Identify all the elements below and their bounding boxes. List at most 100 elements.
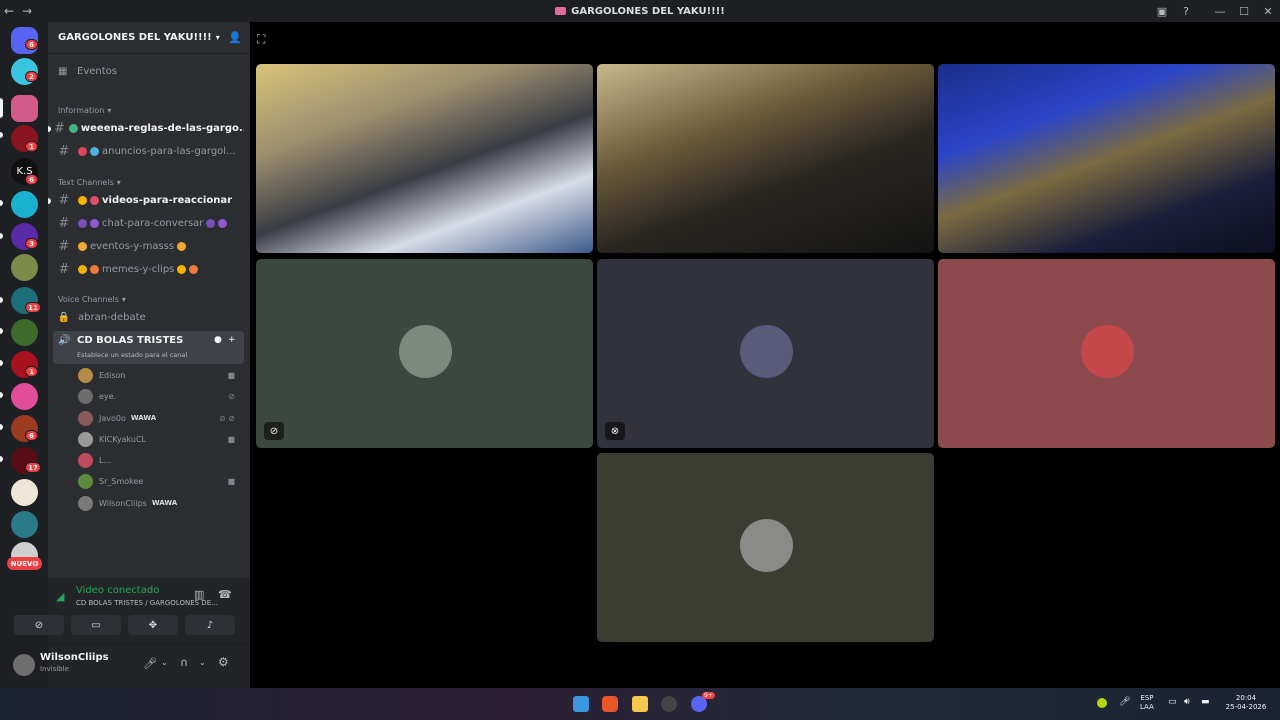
invite-icon[interactable]: +: [228, 335, 236, 345]
help-icon[interactable]: ?: [1174, 5, 1198, 18]
chevron-down-icon[interactable]: ⌄: [161, 658, 168, 667]
muted-mic-icon: ⊘: [228, 391, 235, 401]
channel-item[interactable]: # videos-para-reaccionar: [54, 193, 244, 208]
person-emoji-icon: [90, 219, 99, 228]
category-text-channels[interactable]: Text Channels ▾: [58, 178, 248, 187]
trophy-emoji-icon: [78, 242, 87, 251]
muted-mic-icon: ⊘ ⊘: [219, 413, 235, 423]
server-icon[interactable]: [11, 511, 38, 538]
category-information[interactable]: Information ▾: [58, 106, 248, 115]
noise-suppression-icon[interactable]: ▥: [194, 588, 204, 601]
deafened-icon: ⊗: [605, 422, 625, 440]
soundboard-button[interactable]: ♪: [185, 615, 235, 635]
clock[interactable]: 20:04 25-04-2026: [1224, 694, 1268, 712]
file-explorer-icon[interactable]: [632, 696, 648, 712]
voice-member[interactable]: Edison ■: [78, 365, 243, 385]
volume-icon[interactable]: 🔊︎: [1184, 698, 1190, 707]
unread-pill: [0, 328, 3, 334]
avatar: [78, 431, 93, 447]
app-icon[interactable]: [661, 696, 677, 712]
channel-item[interactable]: # anuncios-para-las-gargol...: [54, 144, 244, 159]
disconnect-icon[interactable]: ☎: [218, 588, 232, 601]
voice-member[interactable]: Javo0o WAWA ⊘ ⊘: [78, 408, 243, 428]
server-icon[interactable]: [11, 383, 38, 410]
channel-item[interactable]: # eventos-y-masss: [54, 239, 244, 254]
chevron-down-icon[interactable]: ⌄: [199, 658, 206, 667]
video-off-button[interactable]: ⊘: [14, 615, 64, 635]
settings-gear-icon[interactable]: ⚙: [218, 655, 229, 669]
video-tile[interactable]: [597, 64, 934, 253]
microphone-icon[interactable]: 🎤︎: [1119, 698, 1130, 707]
battery-icon[interactable]: ▬: [1201, 698, 1210, 707]
video-tile[interactable]: [597, 453, 934, 642]
unread-badge: 11: [25, 302, 41, 313]
voice-channel-item[interactable]: 🔒 abran-debate: [54, 312, 244, 323]
channel-item[interactable]: # chat-para-conversar: [54, 216, 244, 231]
set-status-link[interactable]: Establece un estado para el canal: [77, 351, 187, 359]
events-item[interactable]: ▦ Eventos: [58, 66, 248, 77]
user-avatar[interactable]: [13, 654, 35, 676]
unread-pill: [0, 200, 3, 206]
server-icon[interactable]: [11, 95, 38, 122]
share-screen-button[interactable]: ▭: [71, 615, 121, 635]
minimize-button[interactable]: —: [1208, 5, 1232, 18]
video-tile[interactable]: [256, 64, 593, 253]
activities-icon: ✥: [148, 619, 158, 631]
tray-app-icon[interactable]: [1097, 698, 1107, 708]
category-voice-channels[interactable]: Voice Channels ▾: [58, 295, 248, 304]
close-button[interactable]: ✕: [1256, 5, 1280, 18]
globe-emoji-icon: [90, 147, 99, 156]
voice-member[interactable]: WilsonCliips WAWA: [78, 493, 243, 513]
channel-item[interactable]: # memes-y-clips: [54, 262, 244, 277]
video-tile[interactable]: ⊘: [256, 259, 593, 448]
hash-icon: #: [58, 193, 70, 208]
screen-share-icon: ▭: [91, 619, 101, 631]
notification-badge: 9+: [702, 692, 715, 699]
video-tile[interactable]: ⊗: [597, 259, 934, 448]
voice-member[interactable]: eye. ⊘: [78, 386, 243, 406]
inbox-icon[interactable]: ▣: [1150, 5, 1174, 18]
unread-indicator: [48, 198, 51, 204]
unread-badge: 17: [25, 462, 41, 473]
server-icon[interactable]: [11, 191, 38, 218]
back-arrow-icon[interactable]: ←: [0, 4, 18, 18]
server-icon[interactable]: [11, 254, 38, 281]
voice-member[interactable]: KICKyakuCL ■: [78, 429, 243, 449]
video-tile[interactable]: [938, 259, 1275, 448]
brave-browser-icon[interactable]: [602, 696, 618, 712]
invite-people-icon[interactable]: 👤: [228, 31, 242, 44]
laugh-emoji-icon: [189, 265, 199, 274]
network-icon[interactable]: ▭: [1168, 698, 1177, 707]
voice-member[interactable]: L...: [78, 450, 243, 470]
microphone-icon[interactable]: 🎤︎: [143, 657, 157, 670]
server-list: 6 2 1 K.S 6 3 11 1 6 17 NUEVO: [0, 22, 48, 688]
forward-arrow-icon[interactable]: →: [18, 4, 36, 18]
windows-start-icon[interactable]: [573, 696, 589, 712]
language-indicator[interactable]: ESP LAA: [1140, 694, 1154, 712]
voice-member[interactable]: Sr_Smokee ■: [78, 471, 243, 491]
hash-icon: #: [58, 239, 70, 254]
active-voice-channel[interactable]: 🔊 CD BOLAS TRISTES Establece un estado p…: [53, 331, 244, 364]
voice-lock-icon: 🔒: [57, 312, 71, 323]
avatar: [78, 495, 93, 511]
activities-button[interactable]: ✥: [128, 615, 178, 635]
headphones-icon[interactable]: ∩: [180, 656, 188, 669]
laugh-emoji-icon: [78, 196, 87, 205]
video-tile[interactable]: [938, 64, 1275, 253]
unread-indicator: [48, 126, 51, 132]
unread-pill: [0, 297, 3, 303]
sparkle-emoji-icon: [78, 147, 87, 156]
windows-taskbar: 9+ 🎤︎ ESP LAA ▭ 🔊︎ ▬ 20:04 25-04-2026: [0, 688, 1280, 720]
server-icon[interactable]: [11, 479, 38, 506]
maximize-button[interactable]: ☐: [1232, 5, 1256, 18]
chat-icon[interactable]: ●: [214, 335, 222, 345]
expand-icon[interactable]: ⛶: [257, 32, 265, 47]
unread-badge: 3: [25, 238, 38, 249]
channel-item[interactable]: # weeena-reglas-de-las-gargo...: [54, 121, 244, 136]
avatar: [78, 367, 93, 383]
hash-icon: #: [54, 121, 65, 136]
unread-pill: [0, 456, 3, 462]
server-header[interactable]: GARGOLONES DEL YAKU!!!! ▾: [48, 22, 250, 54]
connection-signal-icon[interactable]: ◢: [56, 590, 64, 603]
server-icon[interactable]: [11, 319, 38, 346]
